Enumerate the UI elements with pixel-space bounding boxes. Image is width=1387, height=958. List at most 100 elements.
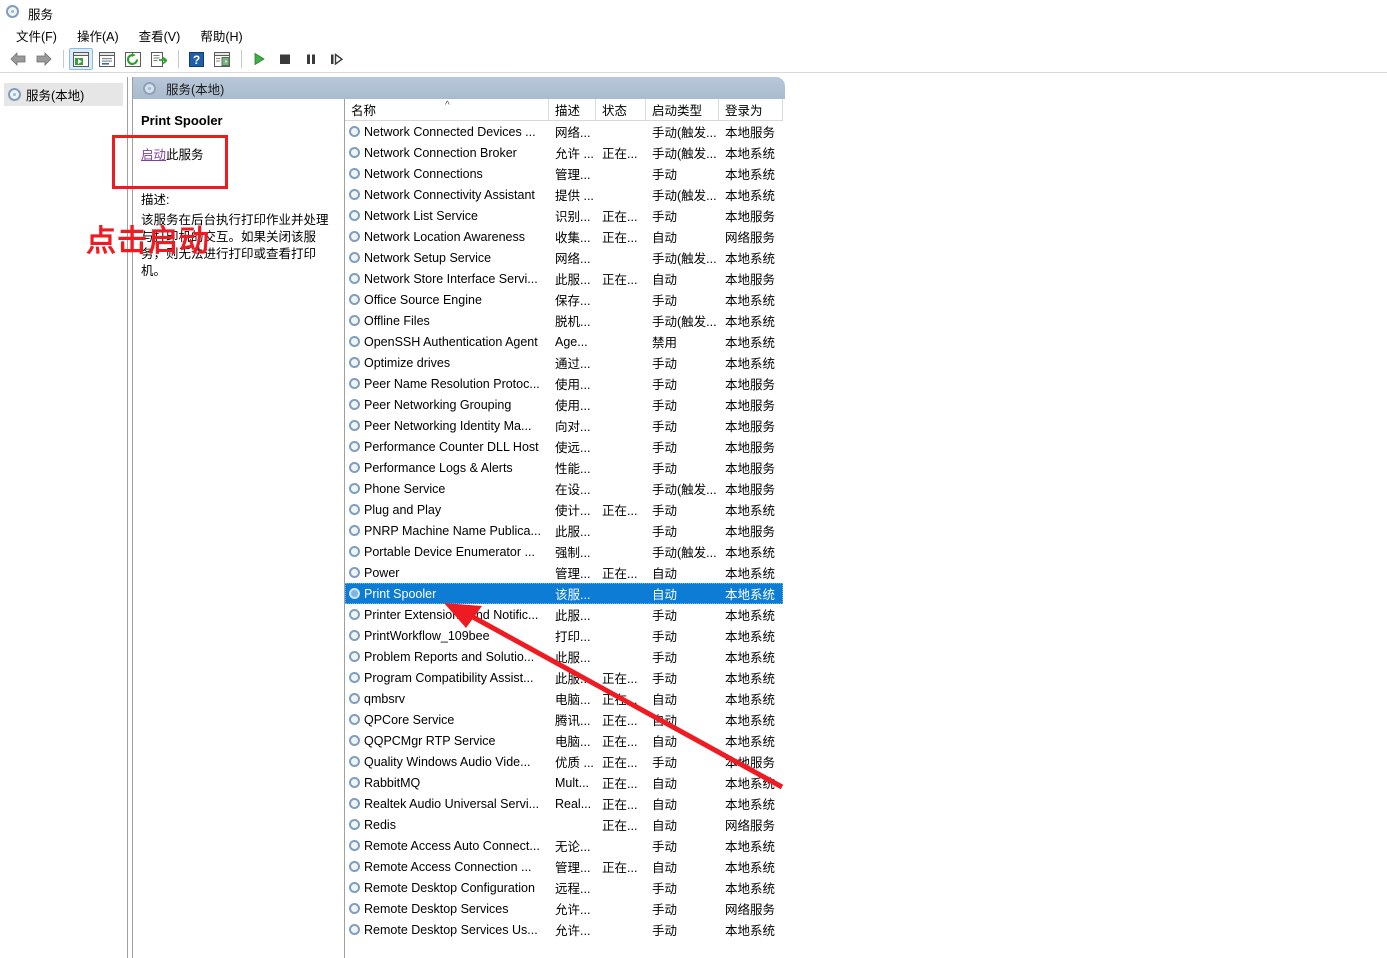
service-name-text: qmbsrv: [364, 691, 405, 706]
table-row[interactable]: Redis 正在... 自动 网络服务: [345, 814, 783, 835]
table-row[interactable]: Peer Name Resolution Protoc... 使用... 手动 本地服…: [345, 373, 783, 394]
table-row[interactable]: Performance Counter DLL Host 使远... 手动 本地服务: [345, 436, 783, 457]
service-name-text: Peer Networking Grouping: [364, 397, 512, 412]
column-header-name[interactable]: 名称 ^: [345, 99, 549, 120]
table-row[interactable]: Network Connected Devices ... 网络... 手动(触发.…: [345, 121, 783, 142]
column-header-log-on-as[interactable]: 登录为: [719, 99, 783, 120]
table-row[interactable]: Network Setup Service 网络... 手动(触发... 本地系统: [345, 247, 783, 268]
services-list-pane: 名称 ^ 描述 状态 启动类型 登录为 Network Connected De…: [345, 99, 1387, 958]
properties-button[interactable]: [95, 48, 119, 70]
cell-name: Optimize drives: [345, 356, 549, 370]
cell-start: 手动: [652, 672, 678, 686]
table-row[interactable]: Network Connection Broker 允许 ... 正在... 手动(触…: [345, 142, 783, 163]
cell-desc: 此服...: [555, 609, 591, 623]
table-row[interactable]: qmbsrv 电脑... 正在... 自动 本地系统: [345, 688, 783, 709]
refresh-button[interactable]: [121, 48, 145, 70]
table-row[interactable]: Printer Extensions and Notific... 此服... 手动…: [345, 604, 783, 625]
table-row[interactable]: Phone Service 在设... 手动(触发... 本地服务: [345, 478, 783, 499]
table-row[interactable]: Peer Networking Identity Ma... 向对... 手动 本地服…: [345, 415, 783, 436]
table-row[interactable]: Problem Reports and Solutio... 此服... 手动 本地系…: [345, 646, 783, 667]
cell-start: 手动(触发...: [652, 252, 717, 266]
table-row[interactable]: Remote Desktop Services Us... 允许... 手动 本地系统: [345, 919, 783, 940]
service-name-text: Phone Service: [364, 481, 446, 496]
cell-name: Network Connected Devices ...: [345, 125, 549, 139]
back-button[interactable]: [6, 48, 30, 70]
table-row[interactable]: Realtek Audio Universal Servi... Real... 正…: [345, 793, 783, 814]
table-row[interactable]: Network Store Interface Servi... 此服... 正在.…: [345, 268, 783, 289]
pause-service-button[interactable]: [299, 48, 323, 70]
cell-desc: 向对...: [555, 420, 591, 434]
service-gear-icon: [349, 462, 360, 473]
table-row[interactable]: Plug and Play 使计... 正在... 手动 本地系统: [345, 499, 783, 520]
table-row[interactable]: Optimize drives 通过... 手动 本地系统: [345, 352, 783, 373]
menu-view[interactable]: 查看(V): [129, 24, 191, 47]
menu-action[interactable]: 操作(A): [67, 24, 129, 47]
service-gear-icon: [349, 315, 360, 326]
export-list-button[interactable]: [147, 48, 171, 70]
table-row[interactable]: PNRP Machine Name Publica... 此服... 手动 本地服务: [345, 520, 783, 541]
table-row[interactable]: OpenSSH Authentication Agent Age... 禁用 本地系统: [345, 331, 783, 352]
table-row[interactable]: Network Connections 管理... 手动 本地系统: [345, 163, 783, 184]
service-name-text: Power: [364, 565, 400, 580]
service-gear-icon: [349, 357, 360, 368]
show-hide-tree-button[interactable]: [69, 48, 93, 70]
column-header-startup-type[interactable]: 启动类型: [646, 99, 719, 120]
cell-logon: 本地服务: [725, 126, 776, 140]
service-name-text: Program Compatibility Assist...: [364, 670, 534, 685]
cell-name: Peer Networking Identity Ma...: [345, 419, 549, 433]
table-row[interactable]: Quality Windows Audio Vide... 优质 ... 正在...…: [345, 751, 783, 772]
start-service-button[interactable]: [247, 48, 271, 70]
table-row[interactable]: Program Compatibility Assist... 此服... 正在..…: [345, 667, 783, 688]
table-row[interactable]: Remote Access Auto Connect... 无论... 手动 本地系统: [345, 835, 783, 856]
table-row[interactable]: Offline Files 脱机... 手动(触发... 本地系统: [345, 310, 783, 331]
cell-start: 自动: [652, 819, 678, 833]
table-row[interactable]: Peer Networking Grouping 使用... 手动 本地服务: [345, 394, 783, 415]
menu-help[interactable]: 帮助(H): [190, 24, 252, 47]
cell-logon: 本地服务: [725, 378, 776, 392]
table-row[interactable]: Office Source Engine 保存... 手动 本地系统: [345, 289, 783, 310]
table-row[interactable]: QQPCMgr RTP Service 电脑... 正在... 自动 本地系统: [345, 730, 783, 751]
cell-logon: 本地服务: [725, 210, 776, 224]
table-row[interactable]: Performance Logs & Alerts 性能... 手动 本地服务: [345, 457, 783, 478]
table-row[interactable]: Network List Service 识别... 正在... 手动 本地服务: [345, 205, 783, 226]
cell-name: Realtek Audio Universal Servi...: [345, 797, 549, 811]
show-details-button[interactable]: [210, 48, 234, 70]
menu-file[interactable]: 文件(F): [6, 24, 67, 47]
restart-service-button[interactable]: [325, 48, 349, 70]
cell-start: 自动: [652, 567, 678, 581]
tree-item-services-local[interactable]: 服务(本地): [4, 83, 123, 106]
table-row[interactable]: QPCore Service 腾讯... 正在... 自动 本地系统: [345, 709, 783, 730]
service-gear-icon: [349, 168, 360, 179]
cell-desc: 使用...: [555, 399, 591, 413]
table-row[interactable]: Remote Access Connection ... 管理... 正在... 自动…: [345, 856, 783, 877]
column-header-description[interactable]: 描述: [549, 99, 596, 120]
cell-name: Redis: [345, 818, 549, 832]
service-name-text: Remote Desktop Configuration: [364, 880, 535, 895]
service-gear-icon: [349, 126, 360, 137]
table-row[interactable]: Print Spooler 该服... 自动 本地系统: [345, 583, 783, 604]
table-row[interactable]: RabbitMQ Mult... 正在... 自动 本地系统: [345, 772, 783, 793]
table-row[interactable]: Network Connectivity Assistant 提供 ... 手动(触…: [345, 184, 783, 205]
service-name-text: Network Setup Service: [364, 250, 492, 265]
table-row[interactable]: PrintWorkflow_109bee 打印... 手动 本地系统: [345, 625, 783, 646]
table-row[interactable]: Remote Desktop Services 允许... 手动 网络服务: [345, 898, 783, 919]
pane-header-label: 服务(本地): [166, 82, 225, 97]
service-gear-icon: [349, 924, 360, 935]
table-row[interactable]: Power 管理... 正在... 自动 本地系统: [345, 562, 783, 583]
cell-start: 手动: [652, 210, 678, 224]
cell-name: Printer Extensions and Notific...: [345, 608, 549, 622]
stop-icon: [280, 54, 290, 64]
service-name-text: Network Store Interface Servi...: [364, 271, 538, 286]
window-title: 服务: [28, 7, 54, 22]
table-row[interactable]: Portable Device Enumerator ... 强制... 手动(触发…: [345, 541, 783, 562]
table-row[interactable]: Remote Desktop Configuration 远程... 手动 本地系统: [345, 877, 783, 898]
table-row[interactable]: Network Location Awareness 收集... 正在... 自动 网络…: [345, 226, 783, 247]
cell-desc: 脱机...: [555, 315, 591, 329]
stop-service-button[interactable]: [273, 48, 297, 70]
start-service-link[interactable]: 启动: [141, 148, 166, 162]
column-header-status[interactable]: 状态: [596, 99, 646, 120]
cell-desc: 使远...: [555, 441, 591, 455]
service-detail-pane: Print Spooler 启动此服务 描述: 该服务在后台执行打印作业并处理与…: [133, 99, 345, 958]
forward-button[interactable]: [32, 48, 56, 70]
help-button[interactable]: ?: [184, 48, 208, 70]
